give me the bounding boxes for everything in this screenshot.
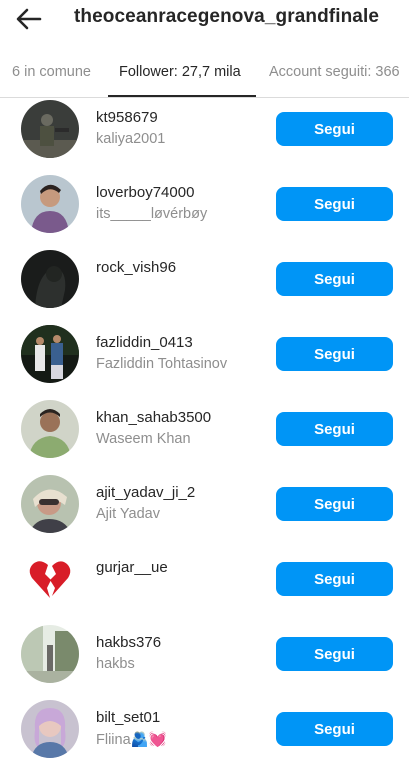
list-item[interactable]: kt958679 kaliya2001 Segui bbox=[0, 98, 409, 173]
avatar[interactable] bbox=[21, 175, 79, 233]
follow-button[interactable]: Segui bbox=[276, 487, 393, 521]
username: hakbs376 bbox=[96, 634, 162, 651]
active-tab-indicator bbox=[108, 95, 256, 97]
avatar[interactable] bbox=[21, 550, 79, 608]
full-name: Ajit Yadav bbox=[96, 506, 160, 522]
username: kt958679 bbox=[96, 109, 158, 126]
follow-button[interactable]: Segui bbox=[276, 337, 393, 371]
follow-button[interactable]: Segui bbox=[276, 562, 393, 596]
tab-bar: 6 in comune Follower: 27,7 mila Account … bbox=[0, 52, 409, 98]
avatar[interactable] bbox=[21, 625, 79, 683]
followers-list: kt958679 kaliya2001 Segui loverboy74000 … bbox=[0, 98, 409, 768]
list-item[interactable]: rock_vish96 Segui bbox=[0, 248, 409, 323]
follow-button[interactable]: Segui bbox=[276, 637, 393, 671]
tab-mutual[interactable]: 6 in comune bbox=[12, 64, 91, 80]
list-item[interactable]: bilt_set01 Fliina🫂💓 Segui bbox=[0, 698, 409, 768]
back-arrow-icon[interactable] bbox=[14, 4, 44, 34]
follow-button[interactable]: Segui bbox=[276, 712, 393, 746]
list-item[interactable]: loverboy74000 its_____løvérbøy Segui bbox=[0, 173, 409, 248]
full-name: kaliya2001 bbox=[96, 131, 166, 147]
username: fazliddin_0413 bbox=[96, 334, 193, 351]
full-name: Fazliddin Tohtasinov bbox=[96, 356, 228, 372]
tab-following[interactable]: Account seguiti: 366 bbox=[269, 64, 400, 80]
follow-button[interactable]: Segui bbox=[276, 187, 393, 221]
list-item[interactable]: ajit_yadav_ji_2 Ajit Yadav Segui bbox=[0, 473, 409, 548]
follow-button[interactable]: Segui bbox=[276, 412, 393, 446]
full-name: Waseem Khan bbox=[96, 431, 191, 447]
username: rock_vish96 bbox=[96, 259, 177, 276]
list-item[interactable]: fazliddin_0413 Fazliddin Tohtasinov Segu… bbox=[0, 323, 409, 398]
avatar[interactable] bbox=[21, 475, 79, 533]
username: bilt_set01 bbox=[96, 709, 161, 726]
avatar[interactable] bbox=[21, 700, 79, 758]
page-title: theoceanracegenova_grandfinale bbox=[74, 6, 379, 27]
list-item[interactable]: gurjar__ue Segui bbox=[0, 548, 409, 623]
avatar[interactable] bbox=[21, 250, 79, 308]
full-name: Fliina🫂💓 bbox=[96, 732, 167, 748]
avatar[interactable] bbox=[21, 325, 79, 383]
tab-followers[interactable]: Follower: 27,7 mila bbox=[119, 64, 241, 80]
top-bar: theoceanracegenova_grandfinale bbox=[0, 0, 409, 40]
follow-button[interactable]: Segui bbox=[276, 262, 393, 296]
list-item[interactable]: khan_sahab3500 Waseem Khan Segui bbox=[0, 398, 409, 473]
follow-button[interactable]: Segui bbox=[276, 112, 393, 146]
avatar[interactable] bbox=[21, 400, 79, 458]
full-name: hakbs bbox=[96, 656, 135, 672]
list-item[interactable]: hakbs376 hakbs Segui bbox=[0, 623, 409, 698]
username: loverboy74000 bbox=[96, 184, 195, 201]
username: gurjar__ue bbox=[96, 559, 168, 576]
full-name: its_____løvérbøy bbox=[96, 206, 208, 222]
username: khan_sahab3500 bbox=[96, 409, 212, 426]
avatar[interactable] bbox=[21, 100, 79, 158]
username: ajit_yadav_ji_2 bbox=[96, 484, 196, 501]
